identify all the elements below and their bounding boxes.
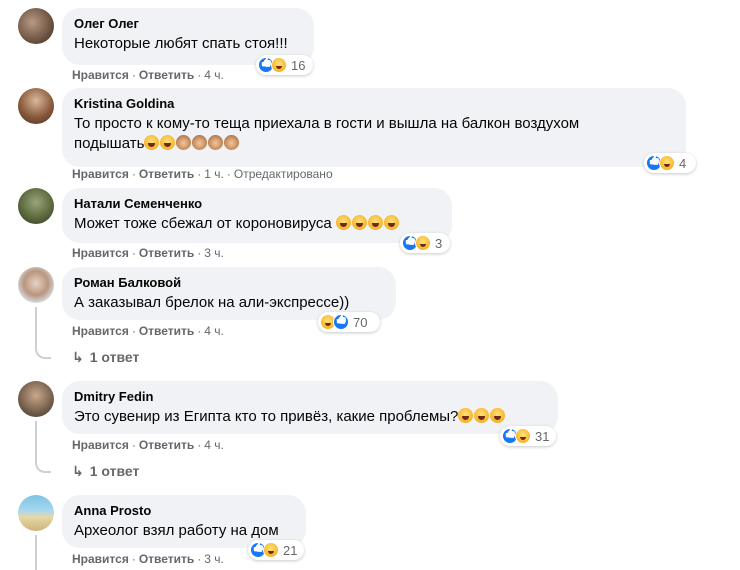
comment-author[interactable]: Натали Семенченко bbox=[74, 196, 440, 212]
comment-author[interactable]: Anna Prosto bbox=[74, 503, 294, 519]
haha-reaction-icon bbox=[263, 542, 279, 558]
reaction-summary[interactable]: 70 bbox=[318, 312, 380, 332]
comment-time[interactable]: 3 ч. bbox=[204, 246, 224, 260]
replies-count: 1 ответ bbox=[89, 463, 140, 479]
view-replies-link[interactable]: ↳ 1 ответ bbox=[72, 348, 139, 366]
comment-text: Может тоже сбежал от короновируса bbox=[74, 214, 440, 234]
reaction-summary[interactable]: 3 bbox=[400, 233, 450, 253]
rofl-emoji-icon bbox=[490, 408, 506, 423]
comment-author[interactable]: Роман Балковой bbox=[74, 275, 384, 291]
reply-link[interactable]: Ответить bbox=[139, 246, 194, 260]
thread-curve bbox=[35, 345, 51, 359]
reaction-count: 4 bbox=[679, 155, 687, 171]
comment-actions: Нравится · Ответить · 4 ч. bbox=[72, 68, 224, 82]
see-no-evil-monkey-icon bbox=[208, 135, 224, 150]
see-no-evil-monkey-icon bbox=[192, 135, 208, 150]
laughing-emoji-icon bbox=[383, 215, 399, 230]
reply-arrow-icon: ↳ bbox=[72, 349, 84, 365]
laughing-emoji-icon bbox=[367, 215, 383, 230]
reaction-summary[interactable]: 4 bbox=[644, 153, 696, 173]
reply-arrow-icon: ↳ bbox=[72, 463, 84, 479]
comment-time[interactable]: 3 ч. bbox=[204, 552, 224, 566]
comment-actions: Нравится · Ответить · 3 ч. bbox=[72, 552, 224, 566]
comment-time[interactable]: 4 ч. bbox=[204, 68, 224, 82]
like-link[interactable]: Нравится bbox=[72, 68, 129, 82]
reaction-summary[interactable]: 31 bbox=[500, 426, 556, 446]
rofl-emoji-icon bbox=[458, 408, 474, 423]
comment-text-main: Это сувенир из Египта кто то привёз, как… bbox=[74, 408, 459, 425]
comment-text-line: То просто к кому-то теща приехала в гост… bbox=[74, 115, 580, 132]
reaction-count: 3 bbox=[435, 235, 443, 251]
reaction-count: 70 bbox=[353, 314, 368, 330]
reply-link[interactable]: Ответить bbox=[139, 438, 194, 452]
rofl-emoji-icon bbox=[474, 408, 490, 423]
comment-text: Некоторые любят спать стоя!!! bbox=[74, 35, 288, 52]
laughing-emoji-icon bbox=[351, 215, 367, 230]
thread-curve bbox=[35, 459, 51, 473]
comment-text-main: Может тоже сбежал от короновируса bbox=[74, 215, 332, 232]
comment-actions: Нравится · Ответить · 4 ч. bbox=[72, 324, 224, 338]
comment-actions: Нравится · Ответить · 4 ч. bbox=[72, 438, 224, 452]
comment-text: То просто к кому-то теща приехала в гост… bbox=[74, 114, 674, 154]
see-no-evil-monkey-icon bbox=[176, 135, 192, 150]
comment-time[interactable]: 1 ч. bbox=[204, 167, 224, 181]
avatar[interactable] bbox=[18, 267, 54, 303]
avatar[interactable] bbox=[18, 188, 54, 224]
like-link[interactable]: Нравится bbox=[72, 438, 129, 452]
like-link[interactable]: Нравится bbox=[72, 167, 129, 181]
haha-reaction-icon bbox=[515, 428, 531, 444]
thread-line bbox=[35, 307, 37, 347]
thread-line bbox=[35, 421, 37, 461]
like-link[interactable]: Нравится bbox=[72, 324, 129, 338]
reply-link[interactable]: Ответить bbox=[139, 167, 194, 181]
see-no-evil-monkey-icon bbox=[224, 135, 240, 150]
thread-line bbox=[35, 535, 37, 570]
comment-bubble: Kristina Goldina То просто к кому-то тещ… bbox=[62, 88, 686, 167]
laughing-emoji-icon bbox=[144, 135, 160, 150]
laughing-emoji-icon bbox=[160, 135, 176, 150]
comment-text: Археолог взял работу на дом bbox=[74, 522, 279, 539]
comment-time[interactable]: 4 ч. bbox=[204, 438, 224, 452]
replies-count: 1 ответ bbox=[89, 349, 140, 365]
comment-bubble: Dmitry Fedin Это сувенир из Египта кто т… bbox=[62, 381, 558, 434]
comment-text: Это сувенир из Египта кто то привёз, как… bbox=[74, 407, 546, 427]
like-link[interactable]: Нравится bbox=[72, 552, 129, 566]
like-link[interactable]: Нравится bbox=[72, 246, 129, 260]
reaction-count: 21 bbox=[283, 542, 298, 558]
comment-author[interactable]: Олег Олег bbox=[74, 16, 302, 32]
reply-link[interactable]: Ответить bbox=[139, 324, 194, 338]
view-replies-link[interactable]: ↳ 1 ответ bbox=[72, 462, 139, 480]
avatar[interactable] bbox=[18, 8, 54, 44]
comment-author[interactable]: Kristina Goldina bbox=[74, 96, 674, 112]
haha-reaction-icon bbox=[415, 235, 431, 251]
avatar[interactable] bbox=[18, 88, 54, 124]
like-reaction-icon bbox=[333, 314, 349, 330]
reaction-summary[interactable]: 21 bbox=[248, 540, 304, 560]
comment-text-line: подышать bbox=[74, 134, 674, 154]
haha-reaction-icon bbox=[271, 57, 287, 73]
comment-text-end: подышать bbox=[74, 135, 145, 152]
comment-bubble: Натали Семенченко Может тоже сбежал от к… bbox=[62, 188, 452, 243]
comment-actions: Нравится · Ответить · 3 ч. bbox=[72, 246, 224, 260]
reply-link[interactable]: Ответить bbox=[139, 552, 194, 566]
comment-actions: Нравится · Ответить · 1 ч. · Отредактировано bbox=[72, 167, 333, 181]
avatar[interactable] bbox=[18, 381, 54, 417]
comment-author[interactable]: Dmitry Fedin bbox=[74, 389, 546, 405]
laughing-emoji-icon bbox=[335, 215, 351, 230]
haha-reaction-icon bbox=[659, 155, 675, 171]
reaction-count: 31 bbox=[535, 428, 550, 444]
reaction-summary[interactable]: 16 bbox=[256, 55, 313, 75]
comment-text: А заказывал брелок на али-экспрессе)) bbox=[74, 294, 350, 311]
reply-link[interactable]: Ответить bbox=[139, 68, 194, 82]
edited-label[interactable]: Отредактировано bbox=[234, 167, 333, 181]
avatar[interactable] bbox=[18, 495, 54, 531]
comment-time[interactable]: 4 ч. bbox=[204, 324, 224, 338]
reaction-count: 16 bbox=[291, 57, 306, 73]
